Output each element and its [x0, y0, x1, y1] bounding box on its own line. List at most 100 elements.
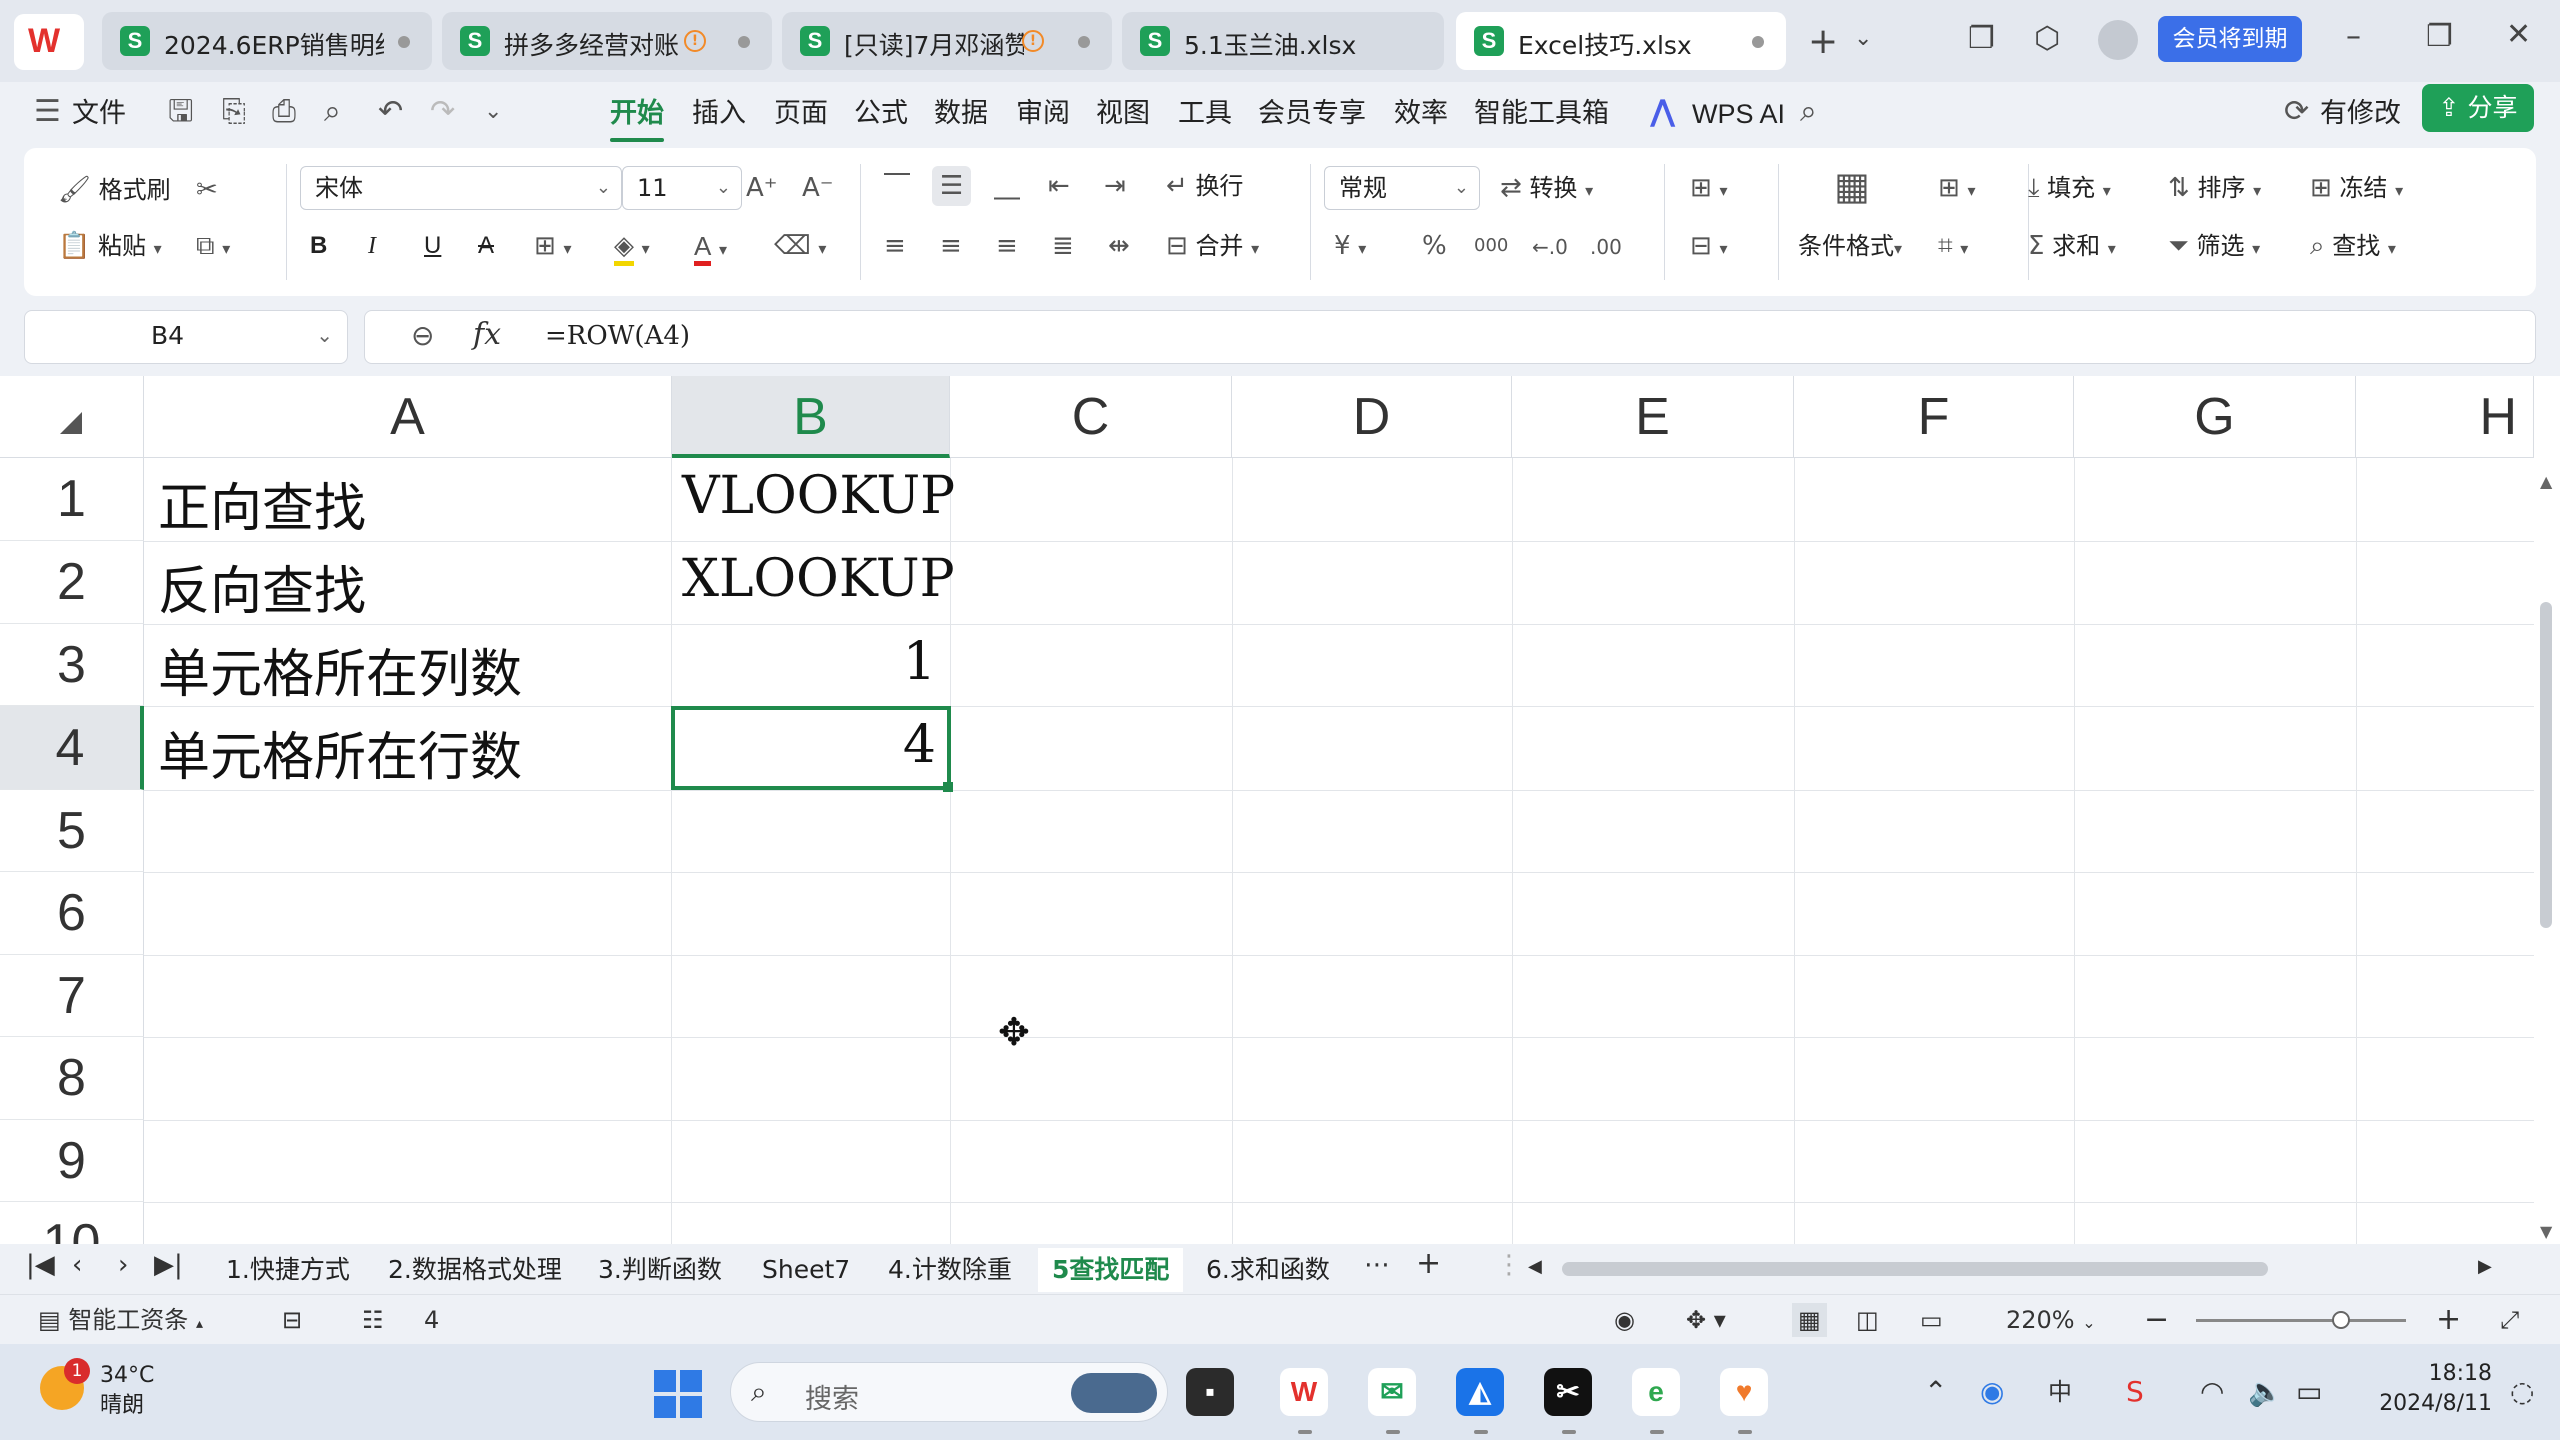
- tab-splitter-icon[interactable]: ⋮: [1496, 1250, 1522, 1280]
- justify-button[interactable]: ≣: [1052, 226, 1074, 266]
- zoom-icon[interactable]: ⊖: [411, 319, 434, 352]
- border-button[interactable]: ⊞ ▾: [534, 226, 571, 269]
- strikethrough-button[interactable]: A: [478, 226, 494, 266]
- menu-member[interactable]: 会员专享: [1258, 94, 1366, 134]
- fullscreen-icon[interactable]: ⤢: [2500, 1303, 2519, 1337]
- filter-button[interactable]: ⏷ 筛选 ▾: [2168, 226, 2260, 269]
- save-icon[interactable]: 🖫: [168, 92, 194, 132]
- column-header-f[interactable]: F: [1794, 376, 2074, 458]
- thousands-button[interactable]: 000: [1474, 226, 1508, 266]
- decrease-decimal-button[interactable]: .00: [1590, 226, 1622, 267]
- font-color-button[interactable]: A ▾: [694, 226, 727, 270]
- horizontal-scroll-thumb[interactable]: [1562, 1262, 2268, 1276]
- crop-button[interactable]: ⌗ ▾: [1938, 226, 1968, 269]
- crosshair-icon[interactable]: ✥ ▾: [1686, 1303, 1726, 1337]
- menu-wps-ai[interactable]: WPS AI: [1692, 94, 1785, 134]
- align-top-button[interactable]: ⎺: [884, 166, 910, 206]
- zoom-slider[interactable]: [2196, 1311, 2406, 1329]
- search-icon[interactable]: ⌕: [1800, 92, 1817, 132]
- menu-review[interactable]: 审阅: [1016, 94, 1070, 134]
- menu-tools[interactable]: 工具: [1178, 94, 1232, 134]
- undo-icon[interactable]: ↶: [378, 92, 403, 132]
- file-tab-2[interactable]: S 拼多多经营对账 !: [442, 12, 772, 70]
- align-center-button[interactable]: ≡: [940, 226, 962, 266]
- tab-close-dot[interactable]: [738, 36, 750, 48]
- cell-b2[interactable]: XLOOKUP: [682, 549, 955, 609]
- menu-view[interactable]: 视图: [1096, 94, 1150, 134]
- eye-icon[interactable]: ◉: [1614, 1303, 1635, 1337]
- file-tab-1[interactable]: S 2024.6ERP销售明细: [102, 12, 432, 70]
- prev-sheet-icon[interactable]: ‹: [72, 1250, 82, 1280]
- freeze-button[interactable]: ⊞ 冻结 ▾: [2310, 168, 2403, 211]
- tray-app-icon[interactable]: ◉: [1980, 1376, 2004, 1408]
- fill-button[interactable]: ⤓ 填充 ▾: [2028, 168, 2111, 211]
- cut-button[interactable]: ✂: [196, 170, 218, 210]
- clock-date[interactable]: 2024/8/11: [2356, 1390, 2492, 1418]
- wps-app-icon[interactable]: W: [1280, 1368, 1328, 1416]
- column-header-a[interactable]: A: [144, 376, 672, 458]
- sheet-tab-2[interactable]: 2.数据格式处理: [388, 1248, 562, 1292]
- menu-smart-toolbox[interactable]: 智能工具箱: [1474, 94, 1609, 134]
- number-format-select[interactable]: 常规 ⌄: [1324, 166, 1480, 210]
- zoom-in-icon[interactable]: +: [2436, 1303, 2461, 1337]
- close-icon[interactable]: ✕: [2506, 20, 2531, 50]
- first-sheet-icon[interactable]: |◀: [26, 1250, 55, 1280]
- wps-logo[interactable]: W: [14, 14, 84, 70]
- scroll-left-icon[interactable]: ◀: [1528, 1256, 1542, 1277]
- redo-icon[interactable]: ↷: [430, 92, 455, 132]
- scroll-down-icon[interactable]: ▼: [2540, 1222, 2552, 1241]
- avatar[interactable]: [2098, 20, 2138, 60]
- cube-icon[interactable]: ⬡: [2034, 24, 2060, 54]
- vertical-scrollbar[interactable]: ▲ ▼: [2534, 458, 2560, 1244]
- row-header-7[interactable]: 7: [0, 955, 144, 1037]
- column-header-g[interactable]: G: [2074, 376, 2356, 458]
- sort-button[interactable]: ⇅ 排序 ▾: [2168, 168, 2261, 211]
- menu-insert[interactable]: 插入: [692, 94, 746, 134]
- vip-button[interactable]: 会员将到期: [2158, 16, 2302, 62]
- row-header-5[interactable]: 5: [0, 790, 144, 872]
- windows-start-icon[interactable]: [654, 1370, 702, 1418]
- more-sheets-icon[interactable]: ⋯: [1364, 1250, 1390, 1280]
- align-left-button[interactable]: ≡: [884, 226, 906, 266]
- sheet-tab-5[interactable]: 4.计数除重: [888, 1248, 1012, 1292]
- menu-formula[interactable]: 公式: [854, 94, 908, 134]
- macro-icon[interactable]: ⊟: [282, 1303, 302, 1337]
- wrap-text-button[interactable]: ↵ 换行: [1166, 166, 1243, 206]
- sheet-tab-3[interactable]: 3.判断函数: [598, 1248, 722, 1292]
- column-header-e[interactable]: E: [1512, 376, 1794, 458]
- edge-browser-icon[interactable]: e: [1632, 1368, 1680, 1416]
- merge-button[interactable]: ⊟ 合并 ▾: [1166, 226, 1259, 269]
- cell-b3[interactable]: 1: [672, 632, 936, 692]
- row-column-button[interactable]: ⊞ ▾: [1690, 168, 1727, 211]
- currency-button[interactable]: ¥ ▾: [1334, 226, 1366, 269]
- normal-view-icon[interactable]: ▦: [1792, 1303, 1827, 1337]
- decrease-font-button[interactable]: A⁻: [802, 168, 834, 208]
- restore-icon[interactable]: ❐: [2426, 22, 2453, 52]
- find-button[interactable]: ⌕ 查找 ▾: [2310, 226, 2396, 269]
- cell-a3[interactable]: 单元格所在列数: [158, 632, 522, 707]
- underline-button[interactable]: U: [424, 226, 441, 266]
- clear-format-button[interactable]: ⌫ ▾: [774, 226, 826, 269]
- cell-b1[interactable]: VLOOKUP: [682, 466, 955, 526]
- share-button[interactable]: ⇪ 分享: [2422, 84, 2534, 132]
- app-icon[interactable]: ♥: [1720, 1368, 1768, 1416]
- tab-close-dot[interactable]: [1078, 36, 1090, 48]
- sheet-tab-4[interactable]: Sheet7: [762, 1248, 850, 1292]
- font-name-select[interactable]: 宋体 ⌄: [300, 166, 622, 210]
- conditional-format-button[interactable]: 条件格式▾: [1798, 226, 1902, 269]
- modified-status[interactable]: 有修改: [2320, 94, 2401, 134]
- battery-icon[interactable]: ▭: [2296, 1376, 2322, 1408]
- cell-style-button[interactable]: ⊞ ▾: [1938, 168, 1975, 211]
- distributed-button[interactable]: ⇹: [1108, 226, 1130, 266]
- scroll-right-icon[interactable]: ▶: [2478, 1256, 2492, 1277]
- new-tab-icon[interactable]: +: [1808, 24, 1838, 60]
- bold-button[interactable]: B: [310, 226, 327, 266]
- sum-button[interactable]: Σ 求和 ▾: [2028, 226, 2116, 269]
- last-sheet-icon[interactable]: ▶|: [154, 1250, 183, 1280]
- sheet-tab-1[interactable]: 1.快捷方式: [226, 1248, 350, 1292]
- select-all-corner[interactable]: [0, 376, 144, 458]
- vertical-scroll-thumb[interactable]: [2540, 602, 2552, 928]
- menu-file[interactable]: 文件: [72, 94, 126, 134]
- file-tab-active[interactable]: S Excel技巧.xlsx: [1456, 12, 1786, 70]
- menu-efficiency[interactable]: 效率: [1394, 94, 1448, 134]
